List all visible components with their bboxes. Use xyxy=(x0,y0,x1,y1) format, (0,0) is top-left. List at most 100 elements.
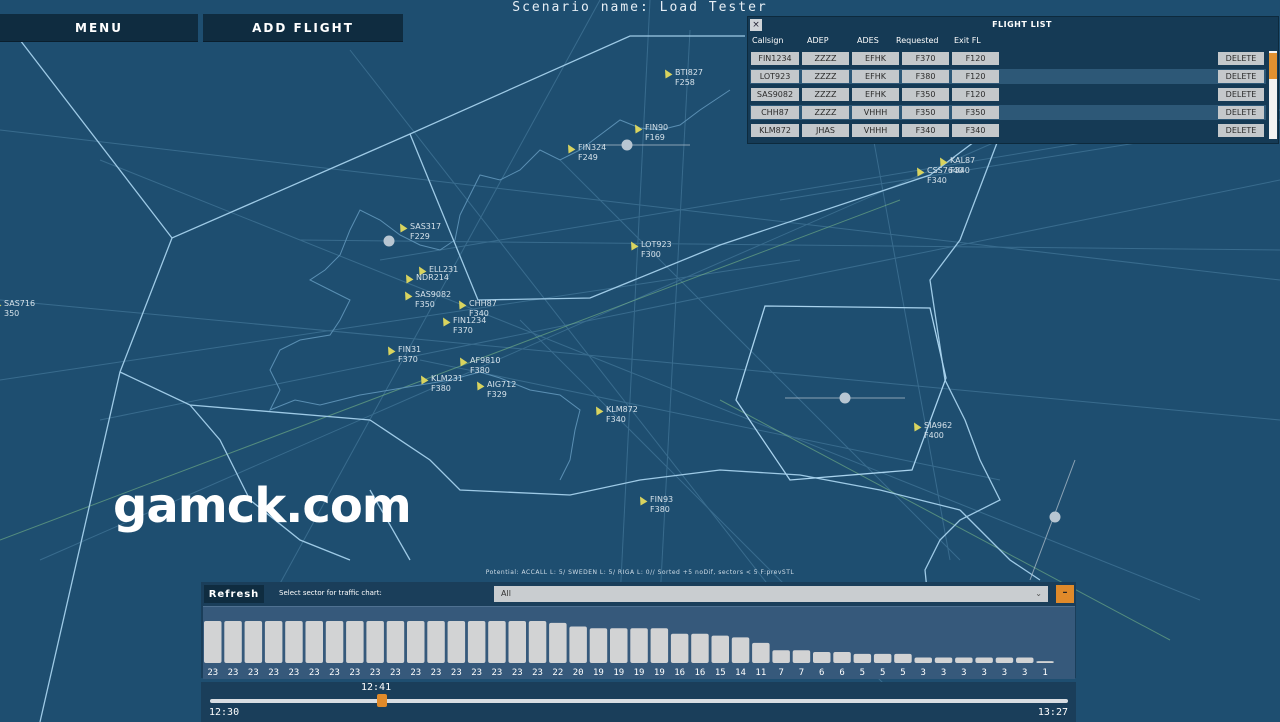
flight-label[interactable]: KLM231 F380 xyxy=(431,374,463,394)
traffic-bar-label: 23 xyxy=(390,668,401,678)
traffic-chart-panel: Refresh Select sector for traffic chart:… xyxy=(201,582,1076,679)
aircraft-icon[interactable] xyxy=(474,380,485,391)
flight-label[interactable]: SIA962 F400 xyxy=(924,421,952,441)
cell-requested: F350 xyxy=(902,88,949,101)
flight-callsign: SIA962 xyxy=(924,421,953,430)
flight-label[interactable]: FIN324 F249 xyxy=(578,143,606,163)
potential-status-text: Potential: ACCALL L: 5/ SWEDEN L: 5/ RIG… xyxy=(485,569,795,576)
aircraft-icon[interactable] xyxy=(593,405,604,416)
flight-label[interactable]: BTI827 F258 xyxy=(675,68,703,88)
traffic-bar-label: 7 xyxy=(799,668,804,678)
watermark: gamck.com xyxy=(113,478,412,534)
flight-label[interactable]: FIN31 F370 xyxy=(398,345,421,365)
traffic-bar-label: 6 xyxy=(839,668,844,678)
traffic-bar-label: 15 xyxy=(715,668,726,678)
delete-button[interactable]: DELETE xyxy=(1218,70,1264,83)
timeline-track[interactable] xyxy=(210,699,1068,703)
refresh-button[interactable]: Refresh xyxy=(204,585,264,603)
flight-label[interactable]: SAS9082 F350 xyxy=(415,290,451,310)
aircraft-icon[interactable] xyxy=(457,356,468,367)
scrollbar-thumb[interactable] xyxy=(1269,53,1277,79)
flight-callsign: CHH87 xyxy=(469,299,497,308)
traffic-bar xyxy=(325,621,344,663)
traffic-bar xyxy=(650,628,669,663)
flight-level: F400 xyxy=(924,431,944,440)
flight-label[interactable]: FIN1234 F370 xyxy=(453,316,486,336)
aircraft-icon[interactable] xyxy=(628,240,639,251)
traffic-bar xyxy=(508,621,526,663)
delete-button[interactable]: DELETE xyxy=(1218,88,1264,101)
flight-callsign: FIN324 xyxy=(578,143,607,152)
table-row[interactable]: FIN1234 ZZZZ EFHK F370 F120 DELETE xyxy=(750,51,1266,66)
aircraft-icon[interactable] xyxy=(397,222,408,233)
table-row[interactable]: KLM872 JHAS VHHH F340 F340 DELETE xyxy=(750,123,1266,138)
aircraft-icon[interactable] xyxy=(565,143,576,154)
cell-exit-fl: F120 xyxy=(952,52,999,65)
menu-button[interactable]: MENU xyxy=(0,14,198,42)
table-row[interactable]: SAS9082 ZZZZ EFHK F350 F120 DELETE xyxy=(750,87,1266,102)
traffic-bar-label: 16 xyxy=(674,668,685,678)
flight-level: F169 xyxy=(645,133,665,142)
traffic-bar xyxy=(792,650,811,663)
delete-button[interactable]: DELETE xyxy=(1218,52,1264,65)
flight-callsign: CSS7640 xyxy=(927,166,964,175)
flight-label[interactable]: FIN90 F169 xyxy=(645,123,668,143)
traffic-bar-label: 23 xyxy=(471,668,482,678)
cell-callsign: CHH87 xyxy=(751,106,799,119)
aircraft-icon[interactable] xyxy=(385,345,396,356)
traffic-bar-label: 23 xyxy=(370,668,381,678)
flight-level: F380 xyxy=(431,384,451,393)
flight-label[interactable]: NDR214 xyxy=(416,273,449,283)
traffic-bar-label: 3 xyxy=(1022,668,1027,678)
traffic-bar-label: 22 xyxy=(552,668,563,678)
cell-callsign: KLM872 xyxy=(751,124,799,137)
flight-list-scrollbar[interactable] xyxy=(1269,51,1277,139)
traffic-bar-label: 3 xyxy=(981,668,986,678)
aircraft-icon[interactable] xyxy=(911,421,922,432)
flight-label[interactable]: FIN93 F380 xyxy=(650,495,673,515)
traffic-bar-label: 23 xyxy=(349,668,360,678)
cell-exit-fl: F340 xyxy=(952,124,999,137)
traffic-bar-label: 3 xyxy=(941,668,946,678)
timeline-thumb[interactable] xyxy=(376,694,387,707)
flight-label[interactable]: AF9810 F380 xyxy=(470,356,500,376)
table-row[interactable]: LOT923 ZZZZ EFHK F380 F120 DELETE xyxy=(750,69,1266,84)
traffic-bar xyxy=(833,652,851,663)
aircraft-icon[interactable] xyxy=(402,290,413,301)
aircraft-icon[interactable] xyxy=(662,68,673,79)
traffic-bar xyxy=(691,633,709,663)
traffic-bar xyxy=(346,621,364,663)
add-flight-button[interactable]: ADD FLIGHT xyxy=(203,14,403,42)
sector-select[interactable]: All ⌄ xyxy=(494,586,1048,602)
timeline-slider[interactable]: 12:41 12:30 13:27 xyxy=(201,682,1076,722)
cell-callsign: FIN1234 xyxy=(751,52,799,65)
sector-select-value: All xyxy=(501,589,511,598)
cell-adep: JHAS xyxy=(802,124,849,137)
flight-label[interactable]: SAS716 350 xyxy=(4,299,35,319)
traffic-bar-label: 19 xyxy=(613,668,624,678)
flight-label[interactable]: CSS7640 F340 xyxy=(927,166,963,186)
flight-label[interactable]: AIG712 F329 xyxy=(487,380,516,400)
flight-label[interactable]: LOT923 F300 xyxy=(641,240,672,260)
traffic-bar xyxy=(528,621,547,663)
cell-adep: ZZZZ xyxy=(802,70,849,83)
traffic-bar xyxy=(488,621,506,663)
column-header-callsign: Callsign xyxy=(752,36,784,45)
column-header-requested: Requested xyxy=(896,36,939,45)
flight-label[interactable]: KLM872 F340 xyxy=(606,405,638,425)
aircraft-icon[interactable] xyxy=(637,495,648,506)
aircraft-icon[interactable] xyxy=(440,316,451,327)
aircraft-icon[interactable] xyxy=(456,299,467,310)
traffic-bar-label: 5 xyxy=(860,668,865,678)
cell-ades: VHHH xyxy=(852,124,899,137)
delete-button[interactable]: DELETE xyxy=(1218,106,1264,119)
aircraft-icon[interactable] xyxy=(937,156,948,167)
traffic-bar-label: 23 xyxy=(248,668,259,678)
delete-button[interactable]: DELETE xyxy=(1218,124,1264,137)
table-row[interactable]: CHH87 ZZZZ VHHH F350 F350 DELETE xyxy=(750,105,1266,120)
cell-requested: F370 xyxy=(902,52,949,65)
collapse-button[interactable]: – xyxy=(1056,585,1074,603)
flight-callsign: SAS317 xyxy=(410,222,442,231)
flight-level: F350 xyxy=(415,300,435,309)
flight-label[interactable]: SAS317 F229 xyxy=(410,222,441,242)
